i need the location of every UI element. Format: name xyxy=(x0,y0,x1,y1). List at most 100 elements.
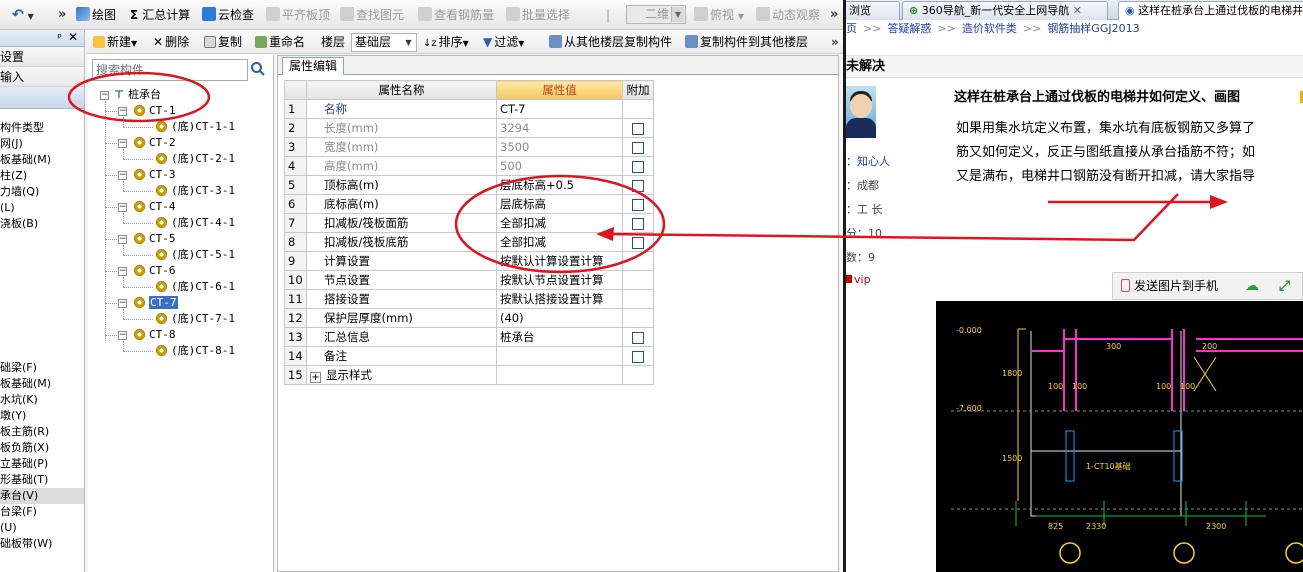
tree-item-ct-7[interactable]: CT-7 xyxy=(134,295,178,311)
component-type-item[interactable] xyxy=(0,296,84,312)
property-row[interactable]: 3 宽度(mm) 3500 xyxy=(284,137,654,157)
send-to-phone-button[interactable]: 发送图片到手机 xyxy=(1121,279,1218,293)
property-row[interactable]: 14 备注 xyxy=(284,346,654,366)
component-type-item[interactable]: 柱(Z) xyxy=(0,168,84,184)
tab-question[interactable]: ◉ 这样在桩承台上通过伐板的电梯井如何定义、画图 xyxy=(1118,1,1303,20)
component-type-item[interactable] xyxy=(0,280,84,296)
close-icon[interactable]: ✕ xyxy=(68,30,78,44)
property-value[interactable]: 层底标高+0.5 xyxy=(496,175,623,195)
search-icon[interactable] xyxy=(250,61,268,79)
breadcrumb-link[interactable]: 答疑解惑 xyxy=(887,22,931,35)
component-type-item[interactable]: 础板带(W) xyxy=(0,536,84,552)
flush-top-button[interactable]: 平齐板顶 xyxy=(266,6,330,24)
tree-subitem[interactable]: (底)CT-1-1 xyxy=(156,119,235,135)
settings-button[interactable]: 设置 xyxy=(0,47,84,67)
additional-checkbox[interactable] xyxy=(632,141,644,154)
collapse-toggle-icon[interactable]: − xyxy=(100,91,109,100)
copy-to-floor-button[interactable]: 复制构件到其他楼层 xyxy=(685,34,808,51)
tree-item-ct-3[interactable]: CT-3 xyxy=(134,167,176,183)
tree-root[interactable]: ⊤ 桩承台 xyxy=(114,87,161,103)
property-value[interactable]: 按默认计算设置计算 xyxy=(496,251,623,271)
property-value[interactable]: 桩承台 xyxy=(496,327,623,347)
draw-button[interactable]: 绘图 xyxy=(76,6,116,24)
property-row[interactable]: 4 高度(mm) 500 xyxy=(284,156,654,176)
additional-checkbox[interactable] xyxy=(632,236,644,249)
batch-select-button[interactable]: 批量选择 xyxy=(506,6,570,24)
floor-select[interactable]: 基础层 ▼ xyxy=(351,33,417,52)
breadcrumb-link[interactable]: 钢筋抽样GGJ2013 xyxy=(1047,22,1139,35)
sum-calc-button[interactable]: Σ 汇总计算 xyxy=(130,6,190,24)
component-type-item[interactable]: 承台(V) xyxy=(0,488,84,504)
component-type-item[interactable]: 水坑(K) xyxy=(0,392,84,408)
collapse-toggle-icon[interactable]: − xyxy=(118,203,127,212)
collapse-toggle-icon[interactable]: − xyxy=(118,267,127,276)
filter-button[interactable]: ▼ 过滤▼ xyxy=(483,34,524,51)
tree-subitem[interactable]: (底)CT-2-1 xyxy=(156,151,235,167)
collapse-toggle-icon[interactable]: − xyxy=(118,139,127,148)
component-type-item[interactable]: 网(J) xyxy=(0,136,84,152)
property-row[interactable]: 7 扣减板/筏板面筋 全部扣减 xyxy=(284,213,654,233)
property-value[interactable]: 全部扣减 xyxy=(496,232,623,252)
property-value[interactable] xyxy=(496,346,623,366)
property-value[interactable] xyxy=(496,365,623,385)
component-type-item[interactable]: 立基础(P) xyxy=(0,456,84,472)
component-type-item[interactable]: 墩(Y) xyxy=(0,408,84,424)
additional-checkbox[interactable] xyxy=(632,122,644,135)
component-type-item[interactable]: 力墙(Q) xyxy=(0,184,84,200)
property-row[interactable]: 13 汇总信息 桩承台 xyxy=(284,327,654,347)
user-name[interactable]: ：知心人 xyxy=(846,153,890,169)
avatar[interactable] xyxy=(846,86,876,138)
find-element-button[interactable]: 查找图元 xyxy=(340,6,404,24)
property-value[interactable]: 3500 xyxy=(496,137,623,157)
sort-button[interactable]: ↓z 排序▼ xyxy=(423,34,469,51)
undo-dropdown-icon[interactable]: ▼ xyxy=(28,12,34,21)
collapse-toggle-icon[interactable]: − xyxy=(118,331,127,340)
tree-item-ct-5[interactable]: CT-5 xyxy=(134,231,176,247)
property-value[interactable]: 全部扣减 xyxy=(496,213,623,233)
property-value[interactable]: 层底标高 xyxy=(496,194,623,214)
component-type-item[interactable]: 构件类型 xyxy=(0,120,84,136)
pin-icon[interactable]: ᵖ xyxy=(57,31,62,44)
additional-checkbox[interactable] xyxy=(632,160,644,173)
toolbar2-overflow-icon[interactable]: » xyxy=(831,34,839,51)
component-type-item[interactable]: 板基础(M) xyxy=(0,376,84,392)
additional-checkbox[interactable] xyxy=(632,217,644,230)
copy-button[interactable]: 复制 xyxy=(204,34,242,51)
additional-checkbox[interactable] xyxy=(632,179,644,192)
tree-subitem[interactable]: (底)CT-6-1 xyxy=(156,279,235,295)
component-type-item[interactable]: 浇板(B) xyxy=(0,216,84,232)
component-type-item[interactable]: (L) xyxy=(0,200,84,216)
cad-drawing-image[interactable]: -0.000 -7.600 1800 1500 100 100 100 100 … xyxy=(936,301,1303,572)
property-row[interactable]: 9 计算设置 按默认计算设置计算 xyxy=(284,251,654,271)
property-value[interactable]: CT-7 xyxy=(496,99,623,119)
component-type-item[interactable]: 板主筋(R) xyxy=(0,424,84,440)
collapse-toggle-icon[interactable]: − xyxy=(118,299,127,308)
user-name-text[interactable]: 知心人 xyxy=(857,155,890,168)
tab-property-edit[interactable]: 属性编辑 xyxy=(282,57,345,75)
tree-item-ct-2[interactable]: CT-2 xyxy=(134,135,176,151)
component-type-item[interactable]: 形基础(T) xyxy=(0,472,84,488)
property-row[interactable]: 2 长度(mm) 3294 xyxy=(284,118,654,138)
component-type-item[interactable]: 台梁(F) xyxy=(0,504,84,520)
tree-subitem[interactable]: (底)CT-3-1 xyxy=(156,183,235,199)
property-value[interactable]: 500 xyxy=(496,156,623,176)
property-row[interactable]: 1 名称 CT-7 xyxy=(284,99,654,119)
component-type-item[interactable] xyxy=(0,312,84,328)
undo-button[interactable]: ↶ ▼ xyxy=(12,6,34,24)
component-type-item[interactable] xyxy=(0,328,84,344)
collapse-toggle-icon[interactable]: − xyxy=(118,107,127,116)
view-mode-select[interactable]: 二维 ▼ xyxy=(626,5,686,24)
tree-subitem[interactable]: (底)CT-7-1 xyxy=(156,311,235,327)
search-input[interactable] xyxy=(92,59,248,81)
tree-subitem[interactable]: (底)CT-8-1 xyxy=(156,343,235,359)
collapse-toggle-icon[interactable]: − xyxy=(118,235,127,244)
view-angle-button[interactable]: 俯视 ▼ xyxy=(694,6,744,24)
dynamic-view-button[interactable]: 动态观察 xyxy=(756,6,820,24)
component-type-item[interactable]: 础梁(F) xyxy=(0,360,84,376)
property-value[interactable]: 3294 xyxy=(496,118,623,138)
view-rebar-button[interactable]: 查看钢筋量 xyxy=(418,6,494,24)
cloud-icon[interactable]: ☁ xyxy=(1245,273,1259,299)
breadcrumb-link[interactable]: 页 xyxy=(846,22,857,35)
component-type-item[interactable]: 板基础(M) xyxy=(0,152,84,168)
copy-from-floor-button[interactable]: 从其他楼层复制构件 xyxy=(549,34,672,51)
